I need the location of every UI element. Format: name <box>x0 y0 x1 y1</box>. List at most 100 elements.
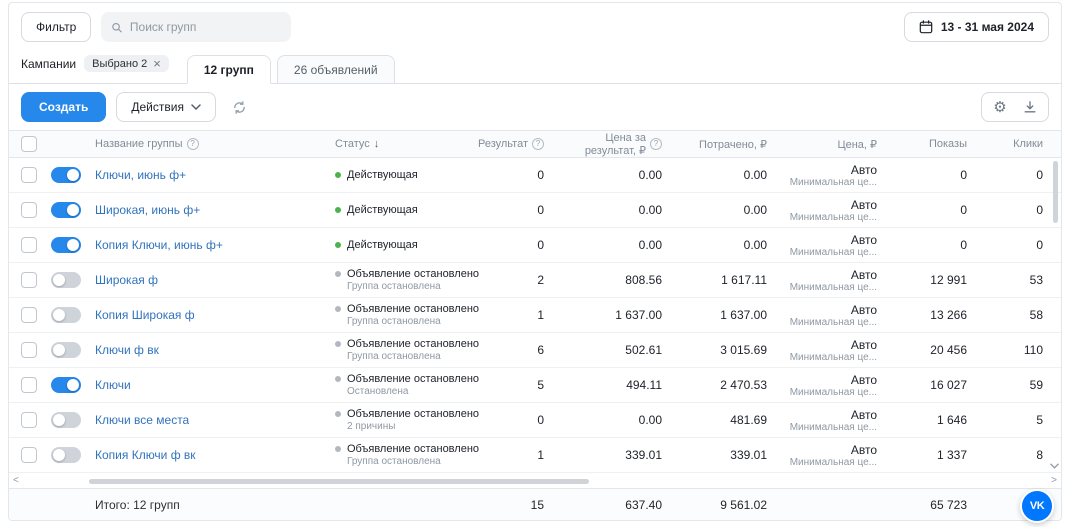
row-checkbox[interactable] <box>21 412 37 428</box>
group-name-cell: Ключи все места <box>95 403 335 437</box>
group-price-cell: АвтоМинимальная це... <box>781 193 891 227</box>
group-name-link[interactable]: Ключи, июнь ф+ <box>95 168 186 182</box>
create-button[interactable]: Создать <box>21 92 106 122</box>
column-result[interactable]: Результат ? <box>483 131 558 157</box>
group-toggle[interactable] <box>51 307 81 323</box>
group-toggle[interactable] <box>51 377 81 393</box>
horizontal-scrollbar[interactable]: < > <box>9 476 1061 488</box>
tab-ads[interactable]: 26 объявлений <box>277 55 395 84</box>
price-main: Авто <box>851 338 877 352</box>
horizontal-scrollbar-thumb[interactable] <box>89 479 589 484</box>
result-cell: 2 <box>483 263 558 297</box>
clicks-cell-value: 0 <box>1036 203 1043 217</box>
result-cell: 0 <box>483 193 558 227</box>
row-check-cell <box>21 263 51 297</box>
refresh-icon <box>232 100 247 115</box>
group-name-link[interactable]: Копия Ключи, июнь ф+ <box>95 238 223 252</box>
table-settings-group: ⚙ <box>981 92 1049 122</box>
group-toggle[interactable] <box>51 237 81 253</box>
gear-icon: ⚙ <box>993 100 1006 115</box>
column-clicks[interactable]: Клики <box>981 131 1057 157</box>
toggle-knob <box>53 274 65 286</box>
column-impressions[interactable]: Показы <box>891 131 981 157</box>
row-checkbox[interactable] <box>21 447 37 463</box>
date-range-button[interactable]: 13 - 31 мая 2024 <box>904 12 1049 42</box>
group-name-link[interactable]: Копия Ключи ф вк <box>95 448 196 462</box>
status-text: Объявление остановлено <box>347 338 479 350</box>
row-checkbox[interactable] <box>21 202 37 218</box>
tab-groups[interactable]: 12 групп <box>187 55 271 84</box>
group-name-link[interactable]: Ключи ф вк <box>95 343 159 357</box>
row-checkbox[interactable] <box>21 237 37 253</box>
group-toggle[interactable] <box>51 412 81 428</box>
select-all-checkbox[interactable] <box>21 136 37 152</box>
tab-campaigns[interactable]: Кампании Выбрано 2 × <box>21 51 169 83</box>
column-name[interactable]: Название группы ? <box>95 131 335 157</box>
clicks-cell-value: 8 <box>1036 448 1043 462</box>
table-row: Широкая, июнь ф+Действующая00.000.00Авто… <box>9 193 1061 228</box>
group-toggle[interactable] <box>51 167 81 183</box>
group-toggle[interactable] <box>51 342 81 358</box>
clicks-cell: 5 <box>981 403 1057 437</box>
group-name-link[interactable]: Широкая, июнь ф+ <box>95 203 200 217</box>
group-name-cell: Широкая, июнь ф+ <box>95 193 335 227</box>
close-icon[interactable]: × <box>153 57 161 70</box>
refresh-button[interactable] <box>226 93 254 121</box>
calendar-icon <box>919 20 933 34</box>
row-checkbox[interactable] <box>21 272 37 288</box>
impressions-cell-value: 1 646 <box>937 413 967 427</box>
group-status-cell: Действующая <box>335 193 483 227</box>
cost-per-result-cell: 502.61 <box>558 333 676 367</box>
price-main: Авто <box>851 373 877 387</box>
settings-button[interactable]: ⚙ <box>987 94 1013 120</box>
clicks-cell: 8 <box>981 438 1057 472</box>
result-cell-value: 0 <box>537 203 544 217</box>
cost-per-result-cell-value: 502.61 <box>625 343 662 357</box>
column-status[interactable]: Статус ↓ <box>335 131 483 157</box>
group-toggle[interactable] <box>51 272 81 288</box>
group-name-cell: Ключи <box>95 368 335 402</box>
group-price-cell: АвтоМинимальная це... <box>781 263 891 297</box>
group-status-cell: Объявление остановленоГруппа остановлена <box>335 263 483 297</box>
status-line: Объявление остановлено <box>335 303 479 315</box>
group-name-link[interactable]: Копия Широкая ф <box>95 308 195 322</box>
row-checkbox[interactable] <box>21 342 37 358</box>
row-check-cell <box>21 403 51 437</box>
cost-per-result-cell: 808.56 <box>558 263 676 297</box>
sort-desc-icon: ↓ <box>374 138 380 150</box>
row-checkbox[interactable] <box>21 377 37 393</box>
result-cell-value: 5 <box>537 378 544 392</box>
filter-button[interactable]: Фильтр <box>21 12 91 42</box>
group-price-cell: АвтоМинимальная це... <box>781 228 891 262</box>
group-toggle[interactable] <box>51 202 81 218</box>
group-name-link[interactable]: Ключи <box>95 378 131 392</box>
export-button[interactable] <box>1017 94 1043 120</box>
spent-cell-value: 0.00 <box>744 168 767 182</box>
group-name-link[interactable]: Ключи все места <box>95 413 189 427</box>
campaigns-selected-chip[interactable]: Выбрано 2 × <box>84 55 169 72</box>
price-detail: Минимальная це... <box>790 422 877 433</box>
group-toggle[interactable] <box>51 447 81 463</box>
row-checkbox[interactable] <box>21 307 37 323</box>
actions-dropdown[interactable]: Действия <box>116 92 216 122</box>
column-price[interactable]: Цена, ₽ <box>781 131 891 157</box>
vk-support-button[interactable]: VK <box>1020 489 1054 523</box>
table-toolbar: Создать Действия ⚙ <box>9 84 1061 130</box>
column-result-label: Результат <box>478 138 528 150</box>
status-text: Действующая <box>347 204 418 216</box>
search-box[interactable] <box>101 12 291 42</box>
toggle-knob <box>53 414 65 426</box>
header-toggle-cell <box>51 131 95 157</box>
vertical-scrollbar-thumb[interactable] <box>1053 161 1058 223</box>
scroll-down-icon[interactable] <box>1050 456 1059 474</box>
column-spent[interactable]: Потрачено, ₽ <box>676 131 781 157</box>
row-check-cell <box>21 158 51 192</box>
search-input[interactable] <box>130 20 281 34</box>
column-cost-per-result[interactable]: Цена за результат, ₽ ? <box>558 131 676 157</box>
row-checkbox[interactable] <box>21 167 37 183</box>
cost-per-result-cell: 0.00 <box>558 403 676 437</box>
scroll-right-icon[interactable]: > <box>1051 475 1057 486</box>
group-status-cell: Объявление остановлено2 причины <box>335 403 483 437</box>
scroll-left-icon[interactable]: < <box>13 475 19 486</box>
group-name-link[interactable]: Широкая ф <box>95 273 158 287</box>
